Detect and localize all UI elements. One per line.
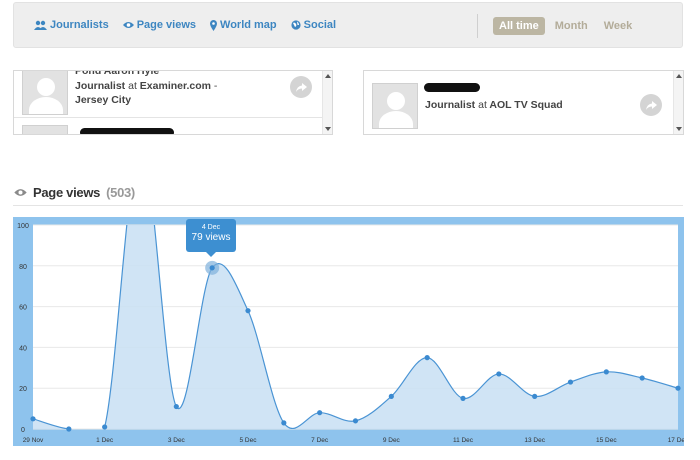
x-tick-label: 3 Dec <box>168 437 186 444</box>
section-nav: Journalists Page views World map Social <box>34 19 336 31</box>
page-views-count: (503) <box>106 185 135 200</box>
nav-page-views-label: Page views <box>136 19 197 31</box>
share-arrow-icon <box>295 82 307 92</box>
map-pin-icon <box>210 19 218 31</box>
page-views-heading: Page views (503) <box>14 185 135 200</box>
eye-icon <box>14 189 27 196</box>
avatar <box>22 125 68 134</box>
range-month[interactable]: Month <box>549 17 594 35</box>
data-point <box>388 393 394 399</box>
nav-journalists[interactable]: Journalists <box>34 19 109 31</box>
globe-icon <box>291 20 301 30</box>
y-tick-label: 60 <box>19 305 27 312</box>
x-tick-label: 7 Dec <box>311 437 329 444</box>
redacted-name <box>80 128 174 134</box>
data-point <box>675 385 681 391</box>
x-tick-label: 5 Dec <box>240 437 258 444</box>
nav-world-map[interactable]: World map <box>210 19 277 31</box>
scrollbar[interactable] <box>673 71 683 134</box>
journalist-list-left: Pohd Aaron Hyle Journalist at Examiner.c… <box>13 70 333 135</box>
range-all-time[interactable]: All time <box>493 17 545 35</box>
x-tick-label: 13 Dec <box>524 437 545 444</box>
data-point <box>424 355 430 361</box>
data-point <box>567 379 574 385</box>
data-point <box>245 308 251 314</box>
x-tick-label: 11 Dec <box>453 437 474 444</box>
nav-page-views[interactable]: Page views <box>122 19 197 31</box>
row-divider <box>14 117 324 118</box>
data-point <box>496 371 502 377</box>
nav-social-label: Social <box>303 19 337 31</box>
y-tick-label: 20 <box>19 386 27 393</box>
data-point <box>532 393 538 399</box>
journalist-list-right: Journalist at AOL TV Squad <box>363 70 684 135</box>
data-point <box>639 375 645 381</box>
journalist-title: Journalist at Examiner.com - <box>75 80 217 93</box>
y-tick-label: 40 <box>19 345 27 352</box>
journalist-location-separator: - <box>213 80 218 92</box>
chart-svg: 0 20 40 60 80 100 29 Nov 1 Dec 3 Dec 5 Dec 7 Dec 9 … <box>17 223 684 444</box>
tooltip-value: 79 views <box>191 232 231 243</box>
journalist-outlet: Examiner.com <box>139 80 211 92</box>
page-views-chart[interactable]: 0 20 40 60 80 100 29 Nov 1 Dec 3 Dec 5 Dec 7 Dec 9 … <box>13 217 684 446</box>
redacted-name <box>424 83 480 92</box>
nav-social[interactable]: Social <box>291 19 336 31</box>
nav-world-map-label: World map <box>220 19 277 31</box>
data-point <box>281 420 287 426</box>
journalist-location: Jersey City <box>75 94 132 106</box>
users-icon <box>34 20 47 30</box>
data-point <box>209 265 215 271</box>
avatar <box>372 83 418 129</box>
data-point <box>352 418 359 424</box>
data-point <box>173 403 179 410</box>
y-tick-label: 80 <box>19 264 27 271</box>
share-button[interactable] <box>640 94 662 116</box>
journalist-title: Journalist at AOL TV Squad <box>425 99 563 112</box>
share-arrow-icon <box>645 100 657 110</box>
journalist-outlet: AOL TV Squad <box>489 99 563 111</box>
x-tick-label: 29 Nov <box>23 437 44 444</box>
data-point <box>102 424 108 430</box>
top-toolbar: Journalists Page views World map Social … <box>13 2 683 48</box>
x-tick-label: 15 Dec <box>596 437 617 444</box>
y-tick-label: 100 <box>17 223 29 230</box>
journalist-role: Journalist <box>425 99 476 111</box>
journalist-role: Journalist <box>75 80 126 92</box>
data-point <box>317 410 323 416</box>
data-point <box>460 395 466 401</box>
journalist-at: at <box>478 99 487 111</box>
journalist-name: Pohd Aaron Hyle <box>75 70 160 77</box>
chart-tooltip: 4 Dec 79 views <box>186 219 236 257</box>
x-tick-label: 9 Dec <box>383 437 401 444</box>
eye-icon <box>122 22 134 28</box>
y-tick-label: 0 <box>21 427 25 434</box>
page-views-title: Page views <box>33 185 101 200</box>
avatar <box>22 71 68 115</box>
x-tick-label: 17 Dec <box>668 437 684 444</box>
scrollbar[interactable] <box>322 71 332 134</box>
data-point <box>66 426 72 432</box>
toolbar-divider <box>477 14 478 38</box>
nav-journalists-label: Journalists <box>50 19 109 31</box>
range-week[interactable]: Week <box>598 17 639 35</box>
x-tick-label: 1 Dec <box>96 437 114 444</box>
journalist-at: at <box>128 80 137 92</box>
share-button[interactable] <box>290 76 312 98</box>
data-point <box>603 369 609 375</box>
time-range-selector: All time Month Week <box>493 17 638 35</box>
data-point <box>30 416 36 422</box>
tooltip-date: 4 Dec <box>201 224 221 231</box>
section-divider <box>13 205 683 206</box>
